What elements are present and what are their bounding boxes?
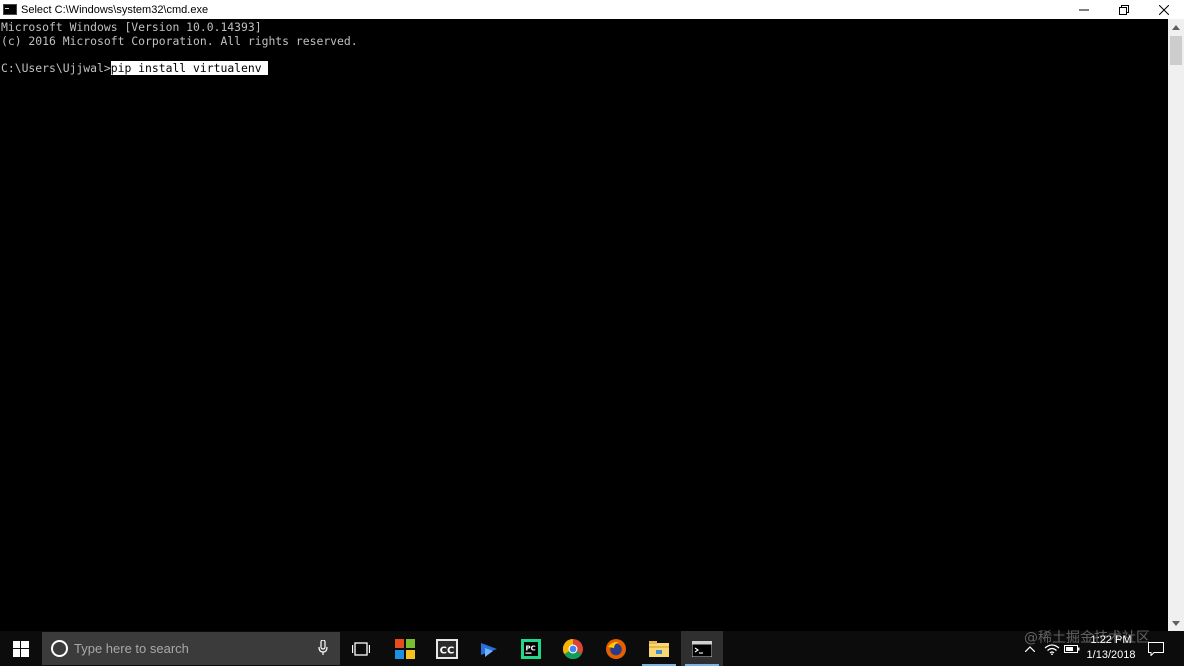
file-explorer-icon (649, 640, 669, 657)
close-button[interactable] (1144, 0, 1184, 19)
start-button[interactable] (0, 631, 42, 666)
chevron-up-icon (1172, 24, 1180, 30)
task-view-icon (352, 641, 370, 656)
taskbar-pycharm[interactable]: PC (510, 631, 552, 666)
restore-icon (1119, 4, 1129, 15)
network-app-icon (481, 642, 497, 657)
taskbar-network-app[interactable] (468, 631, 510, 666)
window-title: Select C:\Windows\system32\cmd.exe (21, 3, 209, 16)
taskbar-chrome[interactable] (552, 631, 594, 666)
console-line: (c) 2016 Microsoft Corporation. All righ… (1, 34, 358, 48)
pycharm-label: PC (526, 644, 536, 652)
firefox-icon (606, 638, 626, 659)
scroll-down-button[interactable] (1168, 615, 1184, 631)
microphone-icon[interactable] (318, 640, 328, 656)
console-output[interactable]: Microsoft Windows [Version 10.0.14393] (… (0, 19, 1168, 631)
notification-icon (1148, 641, 1164, 656)
title-bar[interactable]: Select C:\Windows\system32\cmd.exe (0, 0, 1184, 19)
console-line: Microsoft Windows [Version 10.0.14393] (1, 20, 262, 34)
window-controls (1064, 0, 1184, 19)
minimize-button[interactable] (1064, 0, 1104, 19)
close-icon (1159, 4, 1169, 15)
prompt-line: C:\Users\Ujjwal>pip install virtualenv (1, 61, 269, 75)
watermark: @稀土掘金技术社区 (1024, 630, 1150, 646)
taskbar-firefox[interactable] (595, 631, 637, 666)
console-prompt: C:\Users\Ujjwal> (1, 61, 111, 75)
cmd-icon (3, 4, 17, 15)
cc-icon: CC (436, 638, 458, 659)
scrollbar-thumb[interactable] (1170, 36, 1182, 65)
minimize-icon (1079, 9, 1089, 10)
clock-date: 1/13/2018 (1086, 649, 1136, 661)
cortana-icon (51, 640, 68, 657)
taskbar: Type here to search CC PC 1:22 PM 1/13/2… (0, 631, 1184, 666)
taskbar-file-explorer[interactable] (638, 631, 680, 666)
scroll-up-button[interactable] (1168, 19, 1184, 35)
restore-button[interactable] (1104, 0, 1144, 19)
chrome-icon (563, 638, 583, 659)
cmd-taskbar-icon (692, 640, 712, 657)
chevron-down-icon (1172, 620, 1180, 626)
app-store-icon (395, 638, 415, 659)
windows-logo-icon (13, 640, 29, 657)
taskbar-cmd[interactable] (681, 631, 723, 666)
search-placeholder: Type here to search (74, 641, 189, 656)
taskbar-app-store[interactable] (384, 631, 426, 666)
vertical-scrollbar[interactable] (1168, 19, 1184, 631)
taskbar-cc-app[interactable]: CC (426, 631, 468, 666)
task-view-button[interactable] (340, 631, 382, 666)
cc-label: CC (440, 645, 455, 656)
taskbar-search-box[interactable]: Type here to search (42, 632, 340, 665)
selected-command[interactable]: pip install virtualenv (110, 61, 269, 75)
pycharm-icon: PC (521, 638, 541, 659)
